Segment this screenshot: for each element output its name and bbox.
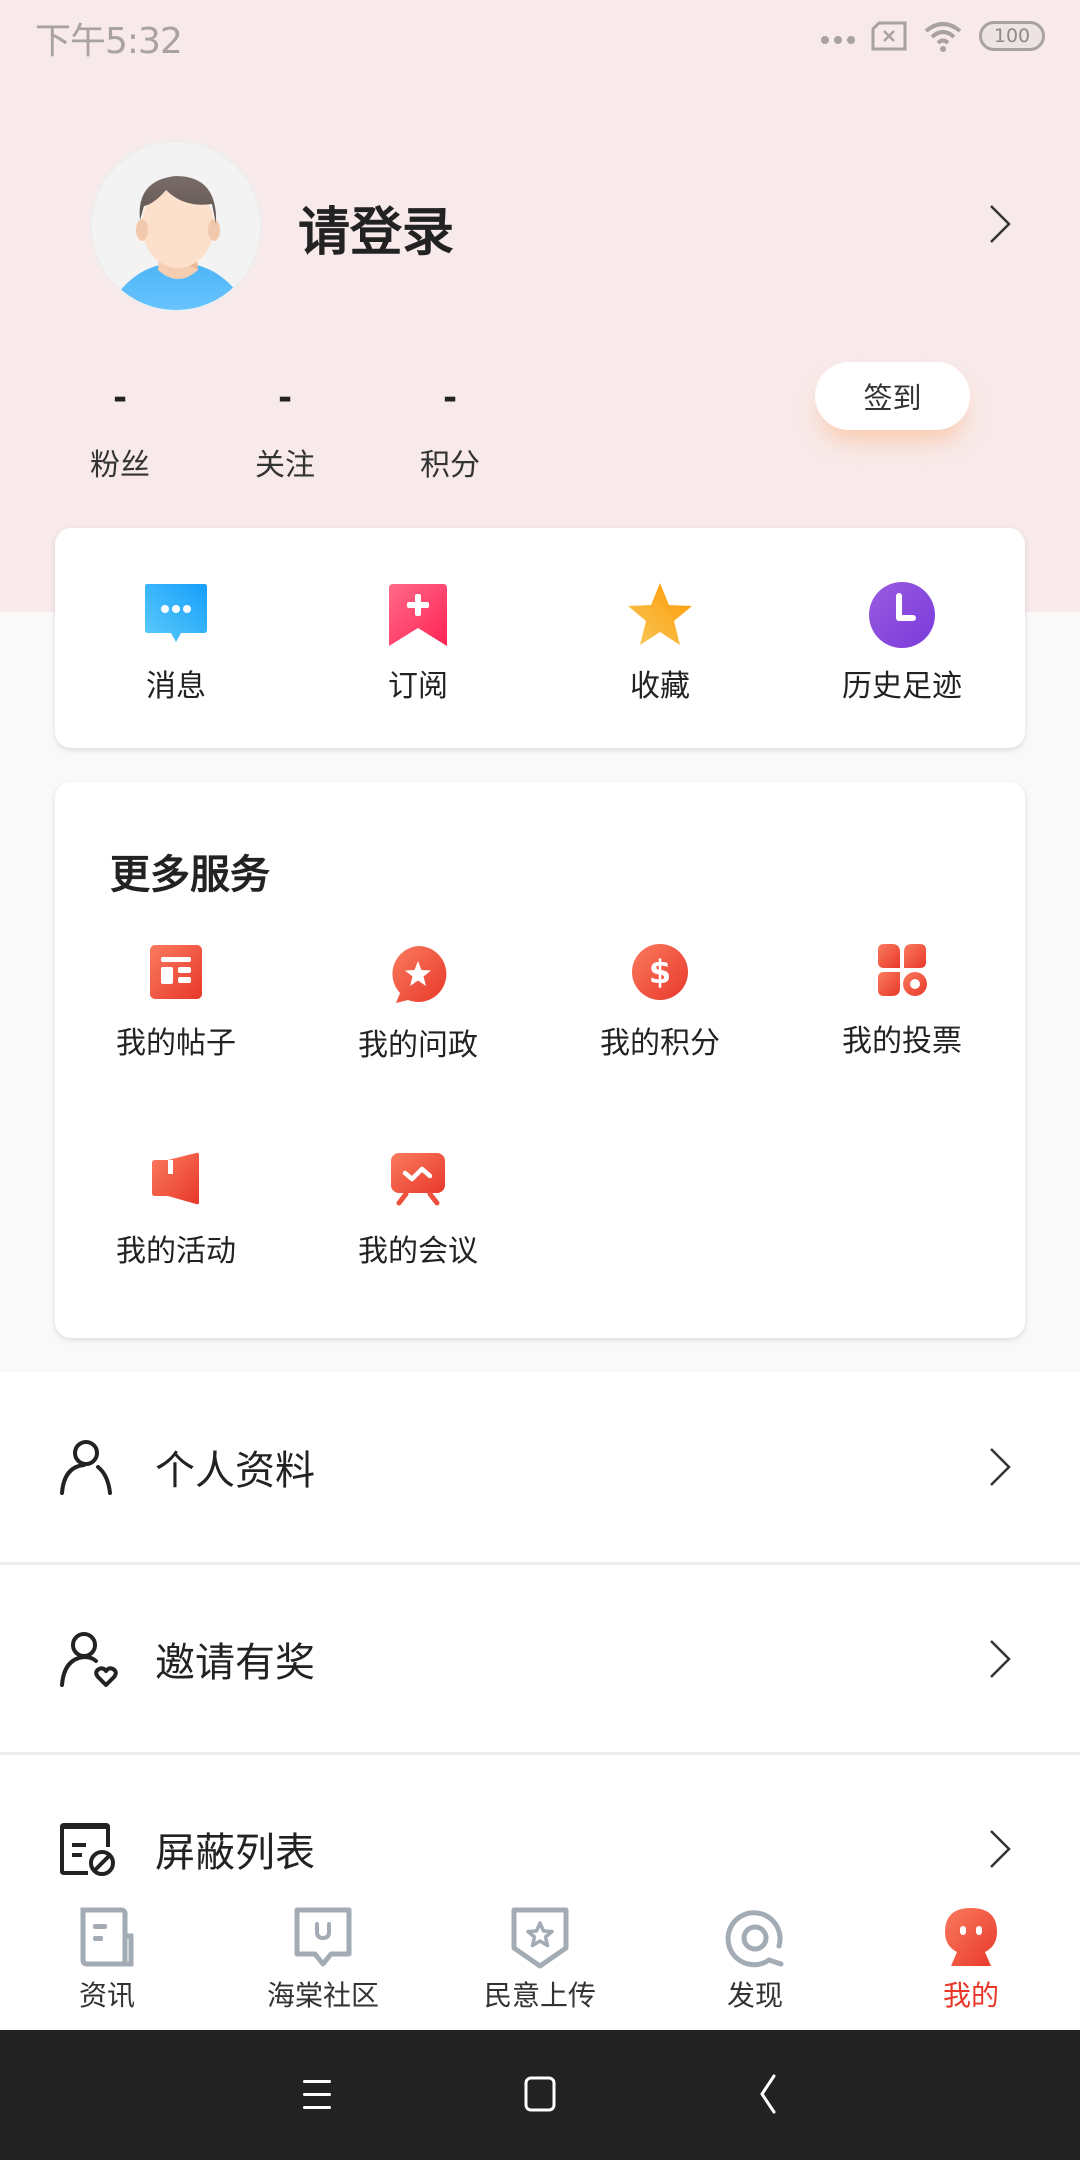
quick-action-subscribe[interactable]: 订阅 — [297, 528, 539, 748]
avatar[interactable] — [90, 140, 262, 312]
service-my-posts[interactable]: 我的帖子 — [55, 942, 297, 1092]
menu-item-profile[interactable]: 个人资料 — [0, 1372, 1080, 1562]
service-my-votes[interactable]: 我的投票 — [781, 940, 1023, 1090]
post-icon — [150, 945, 202, 999]
battery-icon: 100 — [979, 21, 1045, 51]
service-my-meetings[interactable]: 我的会议 — [297, 1150, 539, 1300]
tab-label: 资讯 — [78, 1979, 135, 2012]
clock-icon — [869, 582, 935, 648]
stat-label: 关注 — [255, 448, 315, 483]
stat-value: - — [442, 378, 458, 418]
service-my-inquiries[interactable]: 我的问政 — [297, 944, 539, 1094]
service-label: 我的帖子 — [116, 1026, 236, 1061]
mine-icon — [945, 1908, 997, 1966]
default-avatar-icon — [112, 176, 244, 310]
status-icons: 100 — [821, 16, 1045, 56]
service-label: 我的投票 — [842, 1024, 962, 1059]
stat-following[interactable]: - 关注 — [225, 378, 345, 484]
back-icon[interactable] — [738, 2070, 798, 2120]
invite-heart-icon — [60, 1631, 118, 1687]
stat-label: 积分 — [420, 448, 480, 483]
chevron-right-icon — [990, 1639, 1011, 1678]
menu-item-invite[interactable]: 邀请有奖 — [0, 1562, 1080, 1752]
news-icon — [80, 1907, 134, 1967]
meeting-board-icon — [391, 1153, 445, 1206]
service-label: 我的会议 — [358, 1234, 478, 1269]
points-dollar-icon: $ — [632, 944, 688, 1000]
service-my-activities[interactable]: 我的活动 — [55, 1150, 297, 1300]
system-navigation-bar — [0, 2030, 1080, 2160]
tab-mine[interactable]: 我的 — [871, 1882, 1071, 2030]
settings-list: 个人资料 邀请有奖 屏蔽列表 — [0, 1372, 1080, 1942]
chevron-right-icon — [990, 1829, 1011, 1868]
wifi-icon — [924, 22, 962, 52]
tab-label: 发现 — [726, 1979, 783, 2012]
megaphone-icon — [152, 1152, 199, 1205]
more-dots-icon — [821, 36, 855, 44]
menu-icon[interactable] — [287, 2070, 347, 2120]
service-label: 我的活动 — [116, 1234, 236, 1269]
tab-community[interactable]: 海棠社区 — [223, 1882, 423, 2030]
tab-public-opinion[interactable]: 民意上传 — [440, 1882, 640, 2030]
section-title: 更多服务 — [110, 852, 270, 898]
bottom-tab-bar: 资讯 海棠社区 民意上传 发现 我的 — [0, 1882, 1080, 2030]
quick-action-history[interactable]: 历史足迹 — [781, 528, 1023, 748]
block-list-icon — [60, 1822, 115, 1876]
vote-grid-icon — [878, 944, 927, 996]
star-icon — [628, 583, 692, 645]
sim-none-icon — [871, 21, 907, 51]
tab-discover[interactable]: 发现 — [655, 1882, 855, 2030]
tab-label: 我的 — [942, 1979, 999, 2012]
tab-news[interactable]: 资讯 — [7, 1882, 207, 2030]
svg-text:$: $ — [649, 953, 671, 991]
quick-actions-card: 消息 订阅 收藏 历史足迹 — [55, 528, 1025, 748]
login-prompt[interactable]: 请登录 — [298, 190, 454, 265]
chevron-right-icon — [990, 1448, 1011, 1486]
quick-action-label: 历史足迹 — [842, 669, 962, 704]
tab-label: 海棠社区 — [266, 1979, 379, 2012]
service-my-points[interactable]: $ 我的积分 — [539, 942, 781, 1092]
community-icon — [294, 1907, 352, 1967]
stat-fans[interactable]: - 粉丝 — [60, 378, 180, 484]
shield-star-icon — [511, 1907, 569, 1969]
status-time: 下午5:32 — [35, 21, 183, 62]
quick-action-favorites[interactable]: 收藏 — [539, 528, 781, 748]
stat-points[interactable]: - 积分 — [390, 378, 510, 484]
discover-icon — [725, 1910, 784, 1968]
stat-value: - — [277, 378, 293, 418]
tab-label: 民意上传 — [483, 1979, 596, 2012]
person-icon — [60, 1440, 112, 1495]
more-services-card: 更多服务 我的帖子 我的问政 $ 我的积分 我的投票 我的活动 我的会议 — [55, 782, 1025, 1338]
quick-action-label: 订阅 — [388, 669, 448, 704]
menu-item-label: 邀请有奖 — [155, 1639, 315, 1686]
quick-action-label: 收藏 — [630, 669, 690, 704]
service-label: 我的积分 — [600, 1026, 720, 1061]
quick-action-messages[interactable]: 消息 — [55, 528, 297, 748]
message-bubble-icon — [145, 584, 207, 642]
question-star-icon — [392, 945, 447, 1003]
home-icon[interactable] — [510, 2070, 570, 2120]
quick-action-label: 消息 — [146, 669, 206, 704]
menu-item-label: 个人资料 — [155, 1448, 315, 1494]
stat-label: 粉丝 — [90, 448, 150, 483]
checkin-button[interactable]: 签到 — [815, 362, 970, 430]
stat-value: - — [112, 378, 128, 418]
bookmark-plus-icon — [389, 584, 447, 646]
chevron-right-icon[interactable] — [985, 202, 1015, 246]
menu-item-label: 屏蔽列表 — [155, 1829, 315, 1876]
service-label: 我的问政 — [358, 1028, 478, 1063]
